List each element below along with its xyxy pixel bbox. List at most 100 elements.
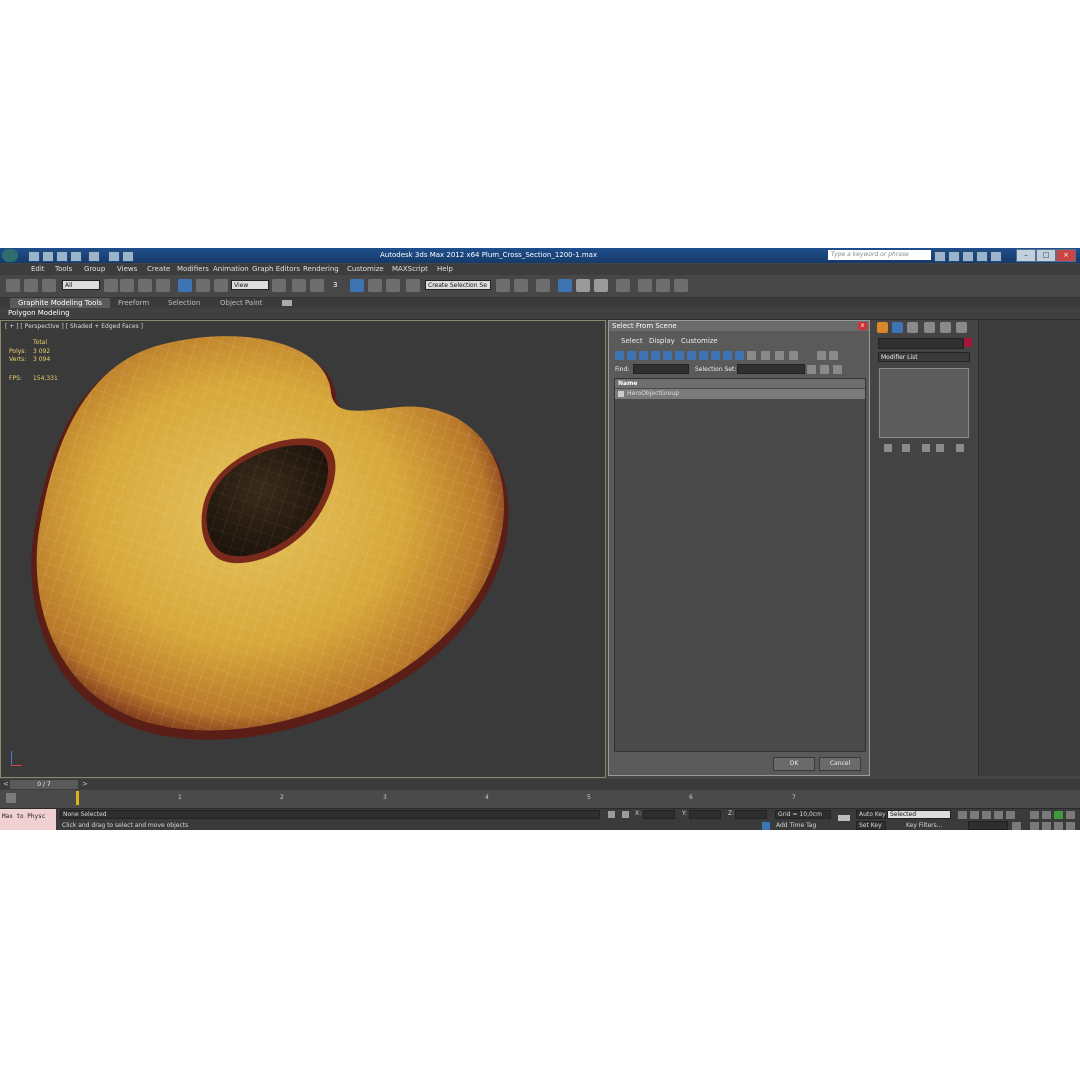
dialog-menu-customize[interactable]: Customize [681, 337, 718, 345]
show-end-result-icon[interactable] [902, 444, 910, 452]
unlink-icon[interactable] [24, 279, 38, 292]
display-invert-icon[interactable] [789, 351, 798, 360]
save-file-icon[interactable] [56, 251, 68, 262]
display-bones-icon[interactable] [711, 351, 720, 360]
go-to-end-icon[interactable] [1006, 811, 1015, 819]
dialog-close-button[interactable]: x [858, 322, 867, 330]
frame-counter[interactable]: 0 / 7 [10, 780, 78, 789]
go-to-start-icon[interactable] [958, 811, 967, 819]
orbit-icon[interactable] [1066, 811, 1075, 819]
curve-editor-icon[interactable] [576, 279, 590, 292]
select-all-icon[interactable] [807, 365, 816, 374]
modifier-list-select[interactable]: Modifier List [878, 352, 970, 362]
current-frame-field[interactable] [968, 821, 1008, 830]
utilities-tab-icon[interactable] [956, 322, 967, 333]
named-selection-set-select[interactable]: Create Selection Se [425, 280, 491, 290]
undo-icon[interactable] [70, 251, 82, 262]
menu-edit[interactable]: Edit [31, 265, 45, 273]
display-shapes-icon[interactable] [627, 351, 636, 360]
angle-snap-icon[interactable] [350, 279, 364, 292]
remove-modifier-icon[interactable] [936, 444, 944, 452]
time-tag-icon[interactable] [762, 822, 770, 830]
display-geometry-icon[interactable] [615, 351, 624, 360]
next-frame-icon[interactable] [994, 811, 1003, 819]
name-column-header[interactable]: Name [615, 379, 865, 388]
select-invert-icon[interactable] [833, 365, 842, 374]
menu-tools[interactable]: Tools [55, 265, 72, 273]
menu-create[interactable]: Create [147, 265, 170, 273]
pin-stack-icon[interactable] [884, 444, 892, 452]
help-search-input[interactable]: Type a keyword or phrase [828, 250, 931, 260]
project-folder-icon[interactable] [108, 251, 120, 262]
play-icon[interactable] [982, 811, 991, 819]
favorites-icon[interactable] [976, 251, 988, 262]
pivot-center-icon[interactable] [272, 279, 286, 292]
maximize-viewport-icon[interactable] [1054, 822, 1063, 830]
modify-tab-icon[interactable] [892, 322, 903, 333]
app-logo-icon[interactable] [2, 249, 18, 262]
display-tab-icon[interactable] [940, 322, 951, 333]
schematic-view-icon[interactable] [594, 279, 608, 292]
minimize-button[interactable]: – [1016, 249, 1036, 262]
redo-icon[interactable] [88, 251, 100, 262]
layer-manager-icon[interactable] [536, 279, 550, 292]
ribbon-options-icon[interactable] [282, 300, 292, 306]
render-setup-icon[interactable] [638, 279, 652, 292]
filter-options-icon[interactable] [829, 351, 838, 360]
select-and-rotate-icon[interactable] [196, 279, 210, 292]
display-cameras-icon[interactable] [651, 351, 660, 360]
display-helpers-icon[interactable] [663, 351, 672, 360]
help-icon[interactable] [990, 251, 1002, 262]
graphite-toggle-icon[interactable] [558, 279, 572, 292]
zoom-icon[interactable] [1030, 811, 1039, 819]
menu-modifiers[interactable]: Modifiers [177, 265, 209, 273]
close-window-button[interactable]: × [1056, 249, 1076, 262]
menu-customize[interactable]: Customize [347, 265, 384, 273]
auto-key-select[interactable]: Selected [887, 810, 951, 819]
object-name-field[interactable] [878, 338, 964, 349]
display-xrefs-icon[interactable] [699, 351, 708, 360]
menu-maxscript[interactable]: MAXScript [392, 265, 428, 273]
plum-half-model[interactable] [1, 321, 606, 778]
auto-key-button[interactable]: Auto Key [856, 810, 886, 819]
hold-icon[interactable] [122, 251, 134, 262]
mirror-icon[interactable] [496, 279, 510, 292]
pan-icon[interactable] [1030, 822, 1039, 830]
maximize-button[interactable]: □ [1036, 249, 1056, 262]
previous-frame-icon[interactable] [970, 811, 979, 819]
rectangular-selection-icon[interactable] [138, 279, 152, 292]
dialog-menu-select[interactable]: Select [621, 337, 643, 345]
edit-named-selection-icon[interactable] [406, 279, 420, 292]
field-of-view-icon[interactable] [1042, 822, 1051, 830]
key-filters-button[interactable]: Key Filters... [906, 822, 943, 829]
time-slider[interactable]: < 0 / 7 > [0, 779, 1080, 790]
select-and-scale-icon[interactable] [214, 279, 228, 292]
tab-selection[interactable]: Selection [160, 298, 208, 308]
select-none-icon[interactable] [820, 365, 829, 374]
ok-button[interactable]: OK [773, 757, 815, 771]
make-unique-icon[interactable] [922, 444, 930, 452]
configure-modifier-sets-icon[interactable] [956, 444, 964, 452]
z-coordinate-field[interactable] [735, 810, 767, 819]
dialog-menu-display[interactable]: Display [649, 337, 675, 345]
display-all-icon[interactable] [761, 351, 770, 360]
menu-group[interactable]: Group [84, 265, 105, 273]
hierarchy-tab-icon[interactable] [907, 322, 918, 333]
slider-next-button[interactable]: > [82, 780, 88, 788]
time-configuration-icon[interactable] [1012, 822, 1021, 830]
display-frozen-icon[interactable] [735, 351, 744, 360]
display-space-warps-icon[interactable] [675, 351, 684, 360]
curve-editor-mini-icon[interactable] [6, 793, 16, 803]
link-icon[interactable] [6, 279, 20, 292]
open-file-icon[interactable] [42, 251, 54, 262]
tab-object-paint[interactable]: Object Paint [212, 298, 270, 308]
set-key-button[interactable]: Set Key [856, 821, 886, 830]
subscription-icon[interactable] [948, 251, 960, 262]
list-item[interactable]: HeroObjectGroup [615, 389, 865, 399]
walkthrough-icon[interactable] [1066, 822, 1075, 830]
material-editor-icon[interactable] [616, 279, 630, 292]
menu-views[interactable]: Views [117, 265, 137, 273]
slider-prev-button[interactable]: < [3, 780, 9, 788]
zoom-all-icon[interactable] [1042, 811, 1051, 819]
tab-freeform[interactable]: Freeform [110, 298, 157, 308]
